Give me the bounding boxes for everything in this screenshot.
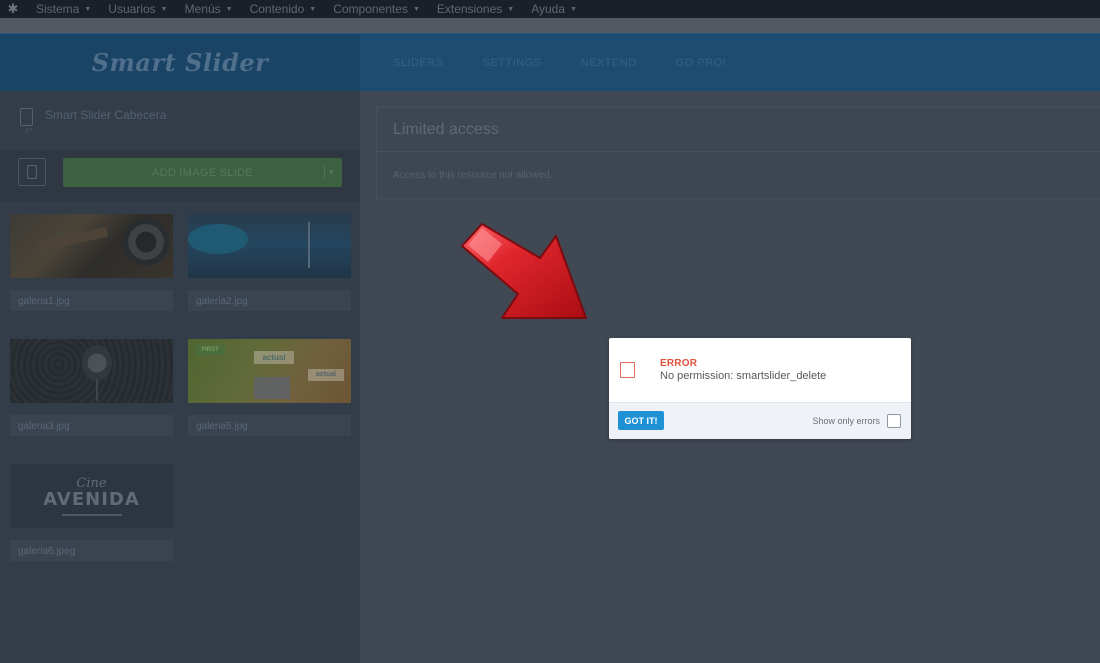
slide-filename: galeria2.jpg [188, 278, 351, 311]
slide-thumbnail: FIRST actual actual [188, 339, 351, 403]
thumb-shape [188, 224, 248, 254]
slider-id: #7 [25, 128, 33, 135]
thumb-shape [308, 222, 310, 268]
slide-filename: galeria1.jpg [10, 278, 173, 311]
slide-filename: galeria6.jpeg [10, 528, 173, 561]
error-message: No permission: smartslider_delete [660, 370, 827, 382]
menu-menus[interactable]: Menús ▼ [185, 2, 233, 16]
top-navigation: SLIDERS SETTINGS NEXTEND GO PRO! [393, 34, 765, 91]
menu-usuarios[interactable]: Usuarios ▼ [108, 2, 167, 16]
error-notification: ERROR No permission: smartslider_delete … [609, 338, 911, 439]
error-title: ERROR [660, 358, 698, 369]
menu-label: Contenido [249, 2, 305, 16]
thumb-shape [96, 379, 98, 401]
menu-label: Componentes [333, 2, 408, 16]
nav-settings[interactable]: SETTINGS [483, 57, 542, 69]
menu-sistema[interactable]: Sistema ▼ [36, 2, 91, 16]
microphone-shape [82, 345, 112, 381]
thumb-logo: actual [308, 369, 344, 381]
divider [377, 151, 1100, 152]
nav-go-pro[interactable]: GO PRO! [676, 57, 727, 69]
slide-thumbnail: Cine AVENIDA [10, 464, 173, 528]
add-slide-label: ADD IMAGE SLIDE [151, 166, 254, 179]
slide-filename: galeria3.jpg [10, 403, 173, 436]
thumb-text: Cine [76, 475, 107, 491]
caret-down-icon: ▼ [507, 5, 515, 13]
got-it-button[interactable]: GOT IT! [618, 411, 664, 430]
slide-thumbnail [10, 214, 173, 278]
thumb-shape [37, 226, 109, 252]
menu-label: Ayuda [531, 2, 565, 16]
admin-menu-bar: ✱ Sistema ▼ Usuarios ▼ Menús ▼ Contenido ▼ C… [0, 0, 1100, 18]
notification-footer: GOT IT! Show only errors [609, 402, 911, 439]
caret-down-icon: ▼ [160, 5, 168, 13]
menu-extensiones[interactable]: Extensiones ▼ [437, 2, 514, 16]
slide-type-button[interactable] [18, 158, 46, 186]
slide-filename: galeria5.jpg [188, 403, 351, 436]
slide-card[interactable]: galeria1.jpg [10, 214, 173, 311]
panel-message: Access to this resource not allowed. [393, 170, 553, 181]
error-icon [620, 362, 635, 378]
document-icon [27, 165, 37, 179]
thumb-shape [254, 377, 290, 399]
nav-nextend[interactable]: NEXTEND [581, 57, 637, 69]
show-only-errors-label: Show only errors [812, 416, 880, 426]
dropdown-icon[interactable]: ▾ [324, 165, 334, 179]
menu-label: Usuarios [108, 2, 156, 16]
slide-card[interactable]: Cine AVENIDA galeria6.jpeg [10, 464, 173, 561]
slider-icon [20, 108, 33, 126]
logo-text: Smart Slider [91, 48, 269, 77]
toolbar-strip [0, 18, 1100, 33]
slide-thumbnail [188, 214, 351, 278]
slides-sidebar: Smart Slider Cabecera #7 ADD IMAGE SLIDE… [0, 91, 360, 663]
thumb-shape [122, 218, 170, 266]
smart-slider-logo[interactable]: Smart Slider [0, 34, 360, 91]
slider-name: Smart Slider Cabecera [45, 108, 167, 122]
caret-down-icon: ▼ [225, 5, 233, 13]
red-arrow-icon [461, 223, 587, 319]
menu-label: Sistema [36, 2, 80, 16]
thumb-shape [61, 513, 122, 516]
caret-down-icon: ▼ [309, 5, 317, 13]
menu-contenido[interactable]: Contenido ▼ [250, 2, 317, 16]
caret-down-icon: ▼ [84, 5, 92, 13]
slide-thumbnail [10, 339, 173, 403]
thumb-text: AVENIDA [43, 488, 140, 510]
nav-sliders[interactable]: SLIDERS [393, 57, 444, 69]
smart-slider-header: Smart Slider SLIDERS SETTINGS NEXTEND GO… [0, 33, 1100, 91]
menu-label: Extensiones [436, 2, 503, 16]
menu-label: Menús [184, 2, 221, 16]
caret-down-icon: ▼ [570, 5, 577, 13]
slider-title-row[interactable]: Smart Slider Cabecera [20, 108, 166, 126]
joomla-logo-icon[interactable]: ✱ [6, 2, 20, 16]
limited-access-panel: Limited access Access to this resource n… [376, 107, 1100, 199]
menu-componentes[interactable]: Componentes ▼ [333, 2, 420, 16]
slide-card[interactable]: galeria2.jpg [188, 214, 351, 311]
slide-card[interactable]: galeria3.jpg [10, 339, 173, 436]
slide-card[interactable]: FIRST actual actual galeria5.jpg [188, 339, 351, 436]
panel-title: Limited access [393, 121, 499, 138]
thumb-logo: actual [254, 351, 294, 364]
caret-down-icon: ▼ [412, 5, 420, 13]
show-only-errors-checkbox[interactable] [887, 414, 901, 428]
add-image-slide-button[interactable]: ADD IMAGE SLIDE ▾ [63, 158, 342, 187]
menu-ayuda[interactable]: Ayuda ▼ [531, 2, 577, 16]
first-slide-badge: FIRST [195, 345, 225, 355]
